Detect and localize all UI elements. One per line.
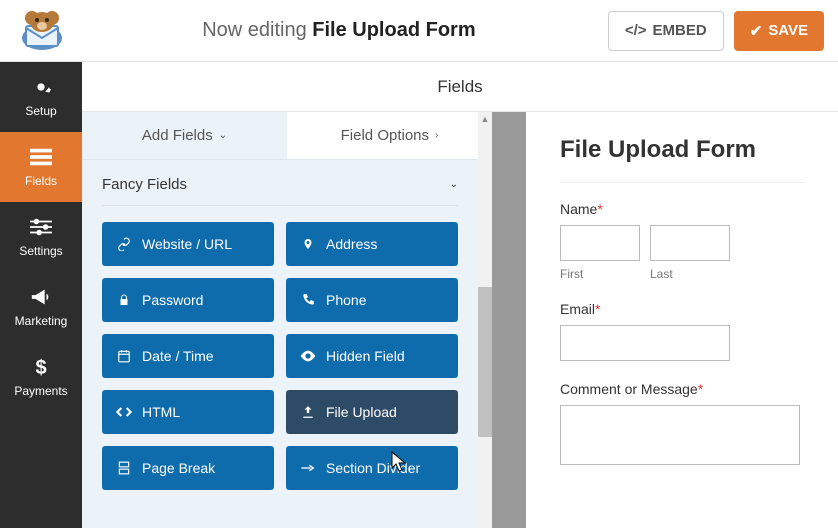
field-website-url[interactable]: Website / URL [102,222,274,266]
sidebar-label: Settings [19,244,62,258]
embed-button[interactable]: </> EMBED [608,11,724,51]
scroll-up-icon[interactable]: ▲ [478,112,492,126]
last-name-input[interactable] [650,225,730,261]
chevron-down-icon: ⌄ [450,179,458,190]
save-button[interactable]: ✔ SAVE [734,11,824,51]
pin-icon [300,236,316,252]
field-password[interactable]: Password [102,278,274,322]
field-page-break[interactable]: Page Break [102,446,274,490]
name-label: Name* [560,201,804,217]
sidebar-item-settings[interactable]: Settings [0,202,82,272]
field-label: Phone [326,292,366,308]
dollar-icon: $ [30,356,52,378]
field-phone[interactable]: Phone [286,278,458,322]
pagebreak-icon [116,461,132,475]
sidebar-label: Payments [14,384,67,398]
tab-add-fields[interactable]: Add Fields⌄ [82,112,287,159]
code-icon: </> [625,22,647,39]
field-hidden-field[interactable]: Hidden Field [286,334,458,378]
field-label: HTML [142,404,180,420]
field-file-upload[interactable]: File Upload [286,390,458,434]
sidebar-item-marketing[interactable]: Marketing [0,272,82,342]
field-label: Hidden Field [326,348,405,364]
last-sublabel: Last [650,267,730,281]
sidebar-item-fields[interactable]: Fields [0,132,82,202]
divider-icon [300,463,316,473]
first-name-input[interactable] [560,225,640,261]
svg-text:$: $ [35,357,46,378]
field-label: Section Divider [326,460,420,476]
eye-icon [300,350,316,362]
calendar-icon [116,349,132,363]
upload-icon [300,405,316,419]
top-bar: Now editing File Upload Form </> EMBED ✔… [0,0,838,62]
app-logo [14,8,70,54]
list-icon [30,146,52,168]
lock-icon [116,293,132,307]
email-label: Email* [560,301,804,317]
sidebar-label: Marketing [15,314,68,328]
field-label: Password [142,292,203,308]
sidebar-item-payments[interactable]: $ Payments [0,342,82,412]
panel-divider[interactable] [492,112,526,528]
editing-title: Now editing File Upload Form [70,19,608,42]
form-preview: File Upload Form Name* First Last [526,112,838,528]
scroll-thumb[interactable] [478,287,492,437]
field-address[interactable]: Address [286,222,458,266]
gear-icon [30,76,52,98]
sidebar-label: Fields [25,174,57,188]
chevron-right-icon: › [435,130,438,141]
field-label: Address [326,236,377,252]
field-section-divider[interactable]: Section Divider [286,446,458,490]
left-sidebar: Setup Fields Settings Marketing $ Paymen… [0,62,82,528]
email-input[interactable] [560,325,730,361]
bullhorn-icon [30,286,52,308]
field-html[interactable]: HTML [102,390,274,434]
tab-field-options[interactable]: Field Options› [287,112,492,159]
first-sublabel: First [560,267,640,281]
field-label: Website / URL [142,236,232,252]
field-label: Date / Time [142,348,214,364]
phone-icon [300,293,316,307]
field-date-time[interactable]: Date / Time [102,334,274,378]
group-fancy-fields[interactable]: Fancy Fields ⌄ [102,160,458,206]
sliders-icon [30,216,52,238]
field-label: Page Break [142,460,215,476]
comment-textarea[interactable] [560,405,800,465]
field-label: File Upload [326,404,397,420]
chevron-down-icon: ⌄ [219,130,227,141]
panel-title: Fields [82,62,838,112]
comment-label: Comment or Message* [560,381,804,397]
form-title: File Upload Form [560,136,804,183]
link-icon [116,237,132,251]
fields-panel: ▲ Add Fields⌄ Field Options› Fancy Field… [82,112,492,528]
check-icon: ✔ [750,22,763,40]
sidebar-item-setup[interactable]: Setup [0,62,82,132]
code-icon [116,406,132,418]
sidebar-label: Setup [25,104,56,118]
